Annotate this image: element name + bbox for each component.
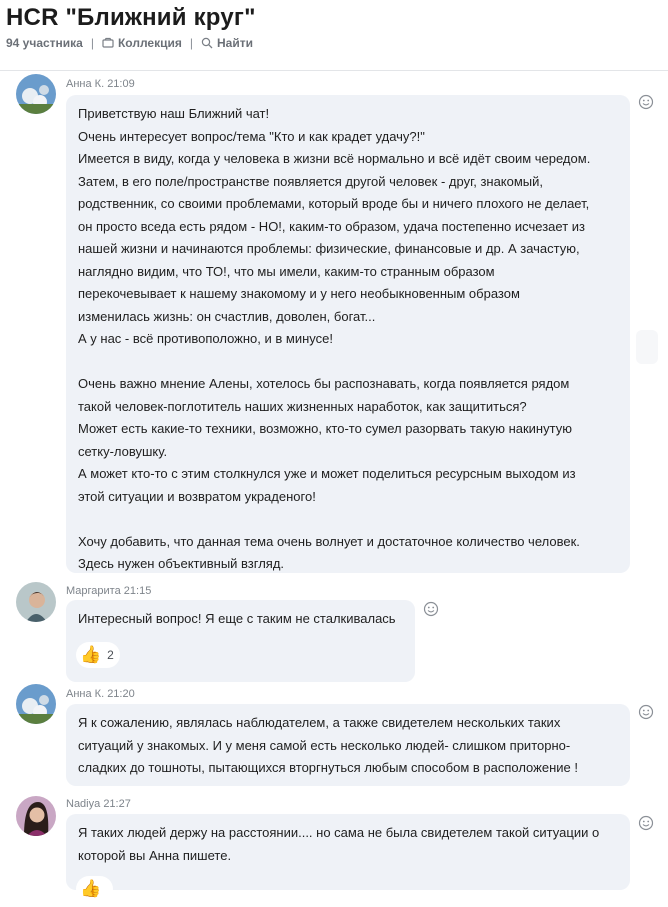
message-meta: Маргарита 21:15 (66, 585, 151, 597)
message-line: Я к сожалению, являлась наблюдателем, а … (78, 715, 561, 730)
thumbs-up-emoji: 👍 (80, 879, 102, 898)
chat-header: HCR "Ближний круг" 94 участника | Коллек… (0, 0, 668, 71)
message-line: Имеется в виду, когда у человека в жизни… (78, 151, 591, 166)
message-line: сетку-ловушку. (78, 443, 168, 459)
message-meta: Nadiya 21:27 (66, 798, 131, 810)
avatar-image (16, 796, 56, 836)
search-link[interactable]: Найти (201, 36, 253, 50)
message-line: такой человек-поглотитель наших жизненны… (78, 398, 527, 414)
scroll-indicator[interactable] (636, 330, 658, 364)
avatar[interactable] (16, 684, 56, 724)
reaction-count: 2 (107, 648, 114, 662)
message-line: Очень интересует вопрос/тема "Кто и как … (78, 128, 425, 144)
smiley-icon[interactable] (638, 815, 654, 831)
chat-subbar: 94 участника | Коллекция | Найти (6, 36, 253, 50)
message-line: этой ситуации и возвратом украденого! (78, 488, 316, 504)
message-line: нашей жизни и начинаются проблемы: физич… (78, 241, 580, 256)
message-line: наглядно видим, что ТО!, что мы имели, к… (78, 263, 495, 279)
message-bubble[interactable]: Приветствую наш Ближний чат! Очень интер… (66, 95, 630, 573)
reaction-badge[interactable]: 👍 (76, 876, 114, 902)
separator: | (189, 36, 193, 50)
message-line: Затем, в его поле/пространстве появляетс… (78, 173, 544, 189)
smiley-icon[interactable] (423, 601, 439, 617)
message-line: изменилась жизнь: он счастлив, доволен, … (78, 308, 376, 324)
message-line: А может кто-то с этим столкнулся уже и м… (78, 466, 576, 481)
message-line: сладких до тошноты, пытающихся вторгнуть… (78, 760, 578, 775)
author-name[interactable]: Маргарита (66, 585, 121, 597)
message-line: перекочевывает к нашему знакомому и у не… (78, 286, 520, 301)
message-line: А у нас - всё противоположно, и в минусе… (78, 331, 333, 346)
smiley-icon[interactable] (638, 704, 654, 720)
author-name[interactable]: Nadiya (66, 798, 100, 810)
avatar[interactable] (16, 74, 56, 114)
message-line: он просто вседа есть рядом - НО!, каким-… (78, 218, 585, 234)
message-meta: Анна К. 21:09 (66, 78, 135, 90)
message-line: родственник, со своими проблемами, котор… (78, 196, 590, 211)
reaction-badge[interactable]: 👍 2 (76, 642, 120, 668)
message-line (78, 508, 618, 531)
message-line: Очень важно мнение Алены, хотелось бы ра… (78, 376, 570, 391)
timestamp: 21:09 (107, 78, 135, 90)
avatar[interactable] (16, 582, 56, 622)
avatar-image (16, 684, 56, 724)
avatar[interactable] (16, 796, 56, 836)
message-line: Здесь нужен объективный взгляд. (78, 556, 285, 571)
timestamp: 21:15 (123, 585, 152, 597)
members-count[interactable]: 94 участника (6, 36, 83, 50)
avatar-image (16, 582, 56, 622)
thumbs-up-emoji: 👍 (80, 645, 102, 664)
timestamp: 21:20 (107, 688, 135, 700)
search-label: Найти (217, 36, 253, 50)
collection-label: Коллекция (117, 36, 182, 50)
message-line: Я таких людей держу на расстоянии.... но… (78, 825, 600, 840)
avatar-image (16, 74, 56, 114)
message-line: Хочу добавить, что данная тема очень вол… (78, 533, 580, 549)
author-name[interactable]: Анна К. (66, 78, 104, 90)
message-line (78, 351, 618, 374)
message-line: Интересный вопрос! Я еще с таким не стал… (78, 611, 396, 626)
message-line: Приветствую наш Ближний чат! (78, 106, 270, 121)
smiley-icon[interactable] (638, 94, 654, 110)
separator: | (90, 36, 94, 50)
message-line: которой вы Анна пишете. (78, 847, 232, 863)
collection-icon (102, 37, 114, 48)
message-line: Может есть какие-то техники, возможно, к… (78, 421, 572, 436)
search-icon (201, 37, 213, 49)
message-bubble[interactable]: Интересный вопрос! Я еще с таким не стал… (66, 600, 415, 682)
chat-title: HCR "Ближний круг" (6, 4, 256, 31)
message-bubble[interactable]: Я к сожалению, являлась наблюдателем, а … (66, 704, 630, 786)
message-meta: Анна К. 21:20 (66, 688, 135, 700)
message-line: ситуаций у знакомых. И у меня самой есть… (78, 737, 571, 753)
collection-link[interactable]: Коллекция (102, 36, 182, 50)
timestamp: 21:27 (103, 798, 131, 810)
author-name[interactable]: Анна К. (66, 688, 104, 700)
message-bubble[interactable]: Я таких людей держу на расстоянии.... но… (66, 814, 630, 890)
